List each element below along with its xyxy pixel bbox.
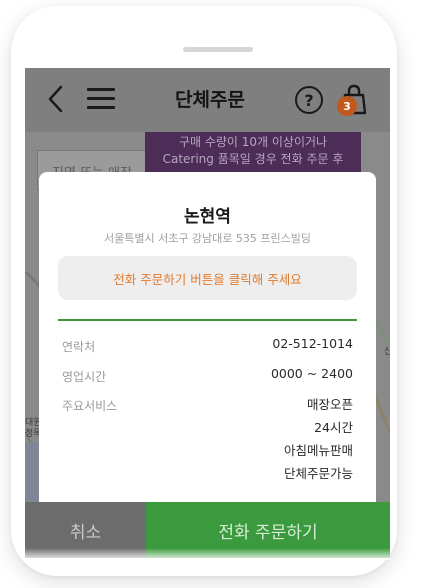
service-item: 아침메뉴판매 <box>283 443 353 458</box>
service-item: 24시간 <box>314 420 353 435</box>
contact-value[interactable]: 02-512-1014 <box>272 336 353 351</box>
service-item: 단체주문가능 <box>283 466 353 481</box>
cart-count-badge: 3 <box>337 96 357 116</box>
menu-button[interactable] <box>87 88 115 110</box>
menu-icon <box>87 88 115 91</box>
page-title: 단체주문 <box>175 89 245 111</box>
services-label: 주요서비스 <box>62 399 118 413</box>
help-button[interactable]: ? <box>295 86 323 114</box>
phone-order-notice: 전화 주문하기 버튼을 클릭해 주세요 <box>58 256 357 300</box>
service-item: 매장오픈 <box>306 397 353 412</box>
app-screen: 단체주문 ? 3 지역 또는 매장 구매 수량이 10개 이상이거나 Cater… <box>25 68 390 558</box>
app-header: 단체주문 ? 3 <box>25 68 390 132</box>
hours-value: 0000 ~ 2400 <box>270 366 353 381</box>
store-address: 서울특별시 서초구 강남대로 535 프린스빌딩 <box>103 232 312 245</box>
back-button[interactable] <box>43 84 69 114</box>
store-detail-modal: 논현역 서울특별시 서초구 강남대로 535 프린스빌딩 전화 주문하기 버튼을… <box>39 172 376 558</box>
section-divider <box>58 319 357 321</box>
tooltip-line-1: 구매 수량이 10개 이상이거나 <box>178 135 328 149</box>
tooltip-line-2: Catering 품목일 경우 전화 주문 후 <box>162 152 344 166</box>
store-name: 논현역 <box>184 207 231 227</box>
map-place-label-right: 신 <box>384 347 390 357</box>
screen-bottom-fade <box>25 548 390 560</box>
chevron-left-icon <box>48 85 63 113</box>
hours-label: 영업시간 <box>62 370 107 384</box>
phone-speaker <box>183 47 253 52</box>
contact-label: 연락처 <box>62 340 96 354</box>
